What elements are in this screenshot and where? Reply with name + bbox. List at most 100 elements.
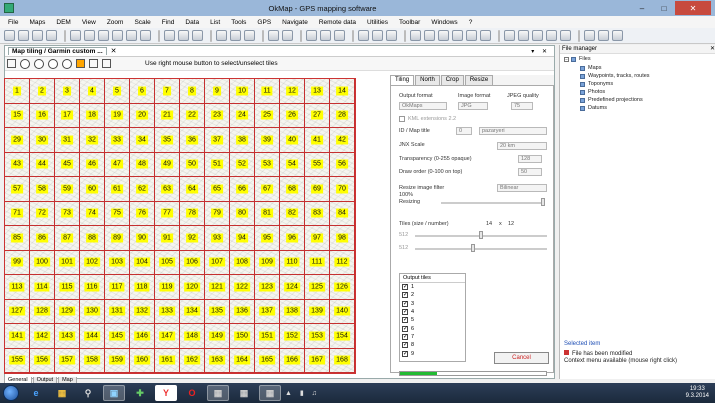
tile-cell[interactable]: 17 [55,103,80,128]
open-icon[interactable] [18,30,29,41]
tile-cell[interactable]: 134 [180,299,205,324]
menu-utilities[interactable]: Utilities [367,19,388,26]
tile-cell[interactable]: 113 [5,275,30,300]
zoom-out-icon[interactable] [84,30,95,41]
tile-cell[interactable]: 139 [305,299,330,324]
tile-cell[interactable]: 115 [55,275,80,300]
tile-cell[interactable]: 82 [280,201,305,226]
map1-icon[interactable] [584,30,595,41]
tile-cell[interactable]: 163 [205,348,230,373]
gps-icon[interactable] [268,30,279,41]
help-icon[interactable] [386,30,397,41]
tile-cell[interactable]: 132 [130,299,155,324]
tile-cell[interactable]: 116 [80,275,105,300]
minimize-button[interactable]: – [631,1,653,15]
waypoint-icon[interactable] [216,30,227,41]
tile-cell[interactable]: 155 [5,348,30,373]
zoom-prev-icon[interactable] [126,30,137,41]
tile-cell[interactable]: 88 [80,226,105,251]
add-icon[interactable] [452,30,463,41]
tile-cell[interactable]: 145 [105,324,130,349]
tile-checkbox[interactable] [402,291,408,299]
tile-cell[interactable]: 136 [230,299,255,324]
clock[interactable]: 19:33 9.3.2014 [686,386,709,400]
tile-cell[interactable]: 80 [230,201,255,226]
tile-cell[interactable]: 7 [155,79,180,104]
zoom-in-icon[interactable] [70,30,81,41]
navigate-icon[interactable] [282,30,293,41]
tile-checkbox[interactable] [402,341,408,349]
tile-cell[interactable]: 57 [5,177,30,202]
north-icon[interactable] [532,30,543,41]
tab-crop[interactable]: Crop [440,75,464,85]
tile-cell[interactable]: 2 [30,79,55,104]
tile-cell[interactable]: 106 [180,250,205,275]
tile-cell[interactable]: 84 [330,201,355,226]
tile-cell[interactable]: 21 [155,103,180,128]
tile-cell[interactable]: 70 [330,177,355,202]
tile-cell[interactable]: 77 [155,201,180,226]
tile-cell[interactable]: 30 [30,128,55,153]
tile-cell[interactable]: 6 [130,79,155,104]
tile-cell[interactable]: 103 [105,250,130,275]
tile-cell[interactable]: 147 [155,324,180,349]
tile-cell[interactable]: 110 [280,250,305,275]
app2-icon[interactable]: ▦ [233,385,255,401]
tile-cell[interactable]: 135 [205,299,230,324]
tile-cell[interactable]: 100 [30,250,55,275]
tile-cell[interactable]: 92 [180,226,205,251]
output-tile-item[interactable]: 9 [400,349,465,357]
tile-cell[interactable]: 105 [155,250,180,275]
tile-cell[interactable]: 89 [105,226,130,251]
tile-cell[interactable]: 59 [55,177,80,202]
new-icon[interactable] [4,30,15,41]
tile-cell[interactable]: 127 [5,299,30,324]
tile-cell[interactable]: 9 [205,79,230,104]
output-tile-item[interactable]: 2 [400,291,465,299]
tile-cell[interactable]: 12 [280,79,305,104]
tile-cell[interactable]: 96 [280,226,305,251]
menu-maps[interactable]: Maps [29,19,45,26]
clear-icon[interactable] [102,59,111,68]
tile-cell[interactable]: 33 [105,128,130,153]
tile-cell[interactable]: 27 [305,103,330,128]
tile-cell[interactable]: 93 [205,226,230,251]
tile-cell[interactable]: 5 [105,79,130,104]
zoom-100-icon[interactable] [112,30,123,41]
tile-cell[interactable]: 43 [5,152,30,177]
tile-cell[interactable]: 111 [305,250,330,275]
tile-cell[interactable]: 79 [205,201,230,226]
tile-cell[interactable]: 66 [230,177,255,202]
tile-cell[interactable]: 86 [30,226,55,251]
tile-cell[interactable]: 42 [330,128,355,153]
pin-icon[interactable]: ✕ [710,45,715,53]
tile-cell[interactable]: 1 [5,79,30,104]
tile-cell[interactable]: 20 [130,103,155,128]
tile-cell[interactable]: 63 [155,177,180,202]
menu-find[interactable]: Find [162,19,175,26]
tile-cell[interactable]: 53 [255,152,280,177]
file-manager-item[interactable]: Predefined projections [580,97,643,103]
tile-cell[interactable]: 156 [30,348,55,373]
image-format-select[interactable]: JPG [458,102,488,110]
save-icon[interactable] [32,30,43,41]
cancel-button[interactable]: Cancel [494,352,549,364]
tile-cell[interactable]: 154 [330,324,355,349]
tile-cell[interactable]: 144 [80,324,105,349]
tile-cell[interactable]: 143 [55,324,80,349]
menu-data[interactable]: Data [185,19,199,26]
search-icon[interactable]: ⚲ [77,385,99,401]
tile-cell[interactable]: 10 [230,79,255,104]
id-field[interactable]: 0 [456,127,472,135]
tile-cell[interactable]: 8 [180,79,205,104]
info-icon[interactable] [334,30,345,41]
pan-icon[interactable] [178,30,189,41]
output-tile-item[interactable]: 7 [400,333,465,341]
tile-checkbox[interactable] [402,350,408,357]
grid-icon[interactable] [89,59,98,68]
tile-cell[interactable]: 107 [205,250,230,275]
tile-cell[interactable]: 22 [180,103,205,128]
tile-cell[interactable]: 90 [130,226,155,251]
menu-zoom[interactable]: Zoom [107,19,124,26]
tile-cell[interactable]: 14 [330,79,355,104]
